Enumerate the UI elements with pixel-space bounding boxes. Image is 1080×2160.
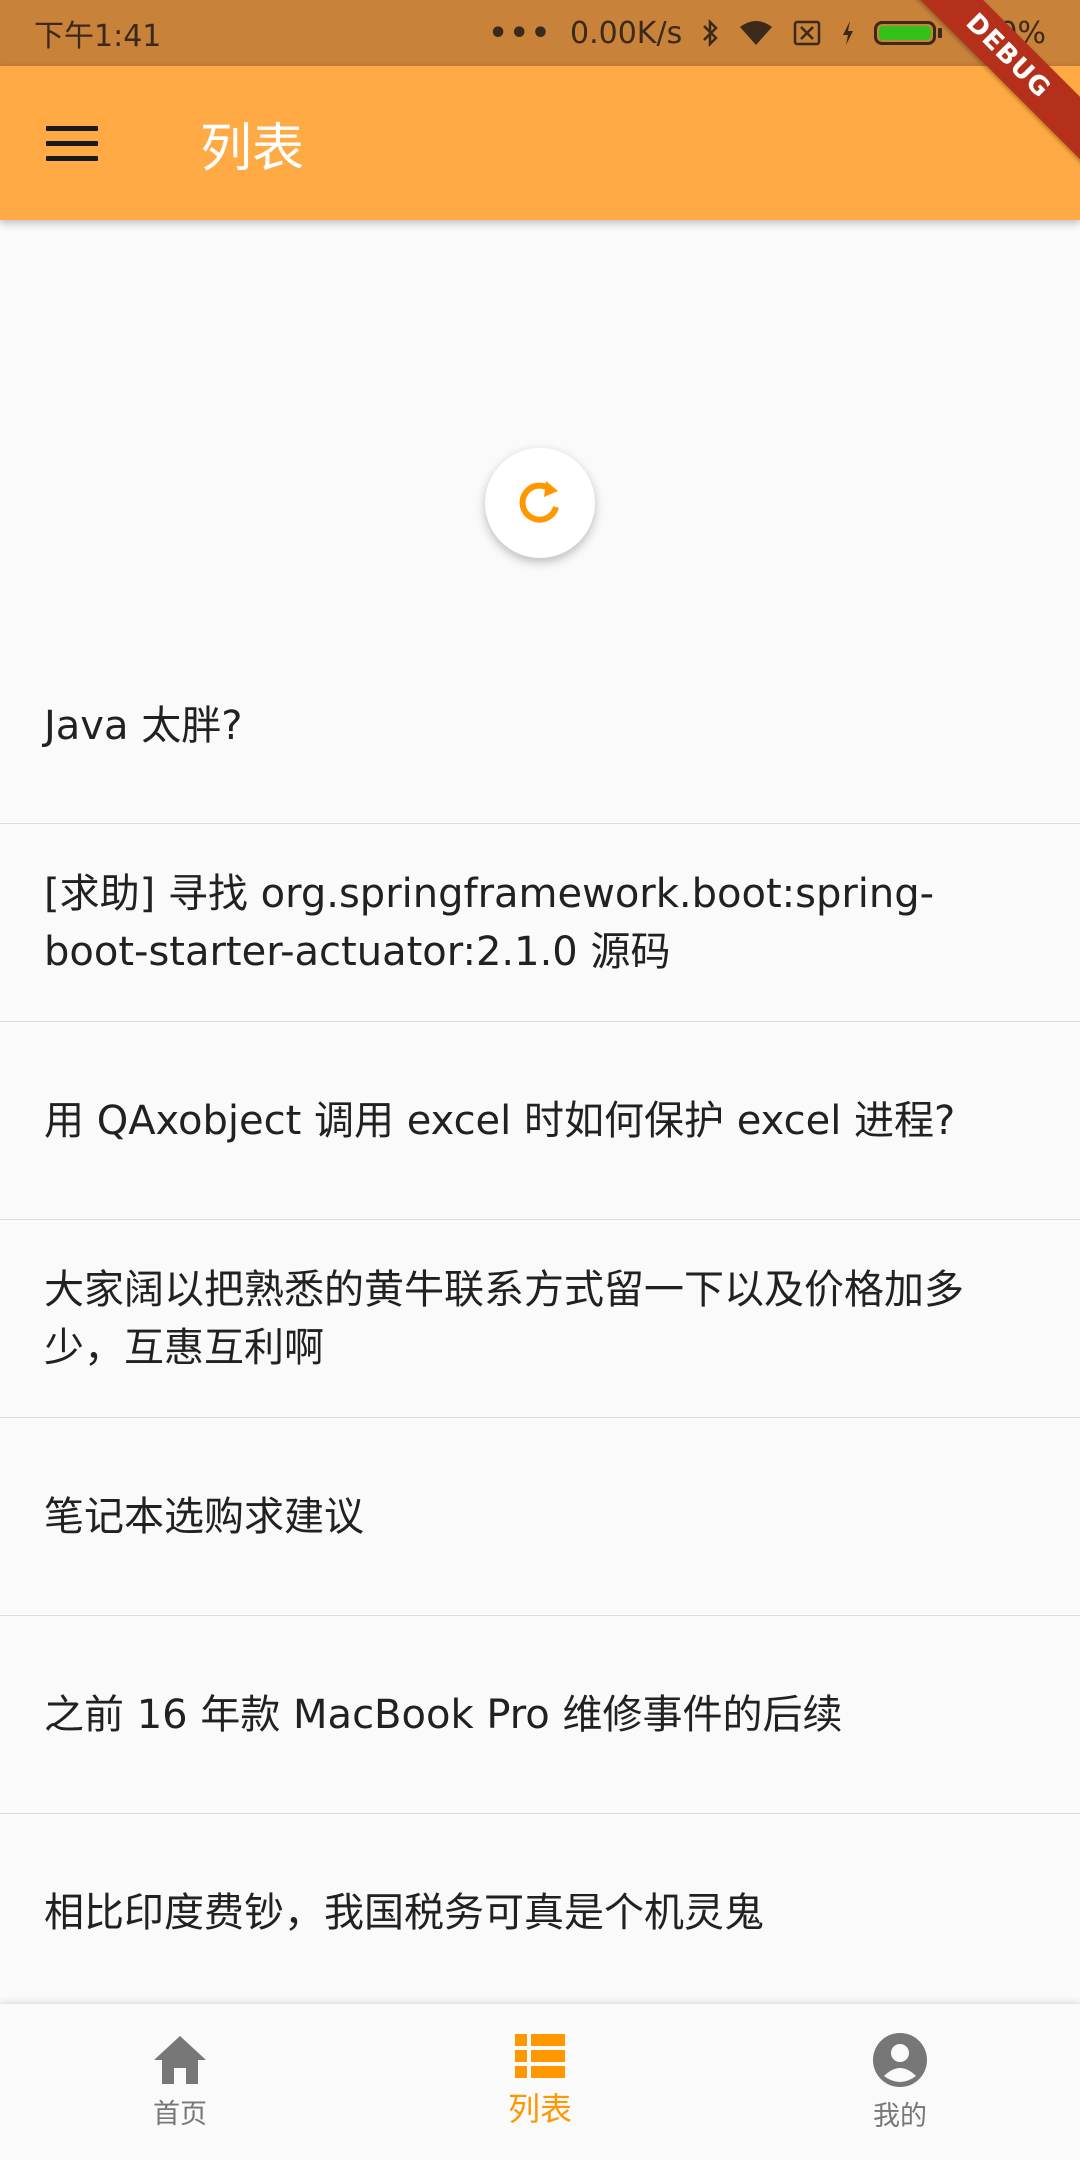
more-dots-icon: ••• — [488, 15, 552, 51]
home-icon — [154, 2035, 206, 2084]
account-icon — [873, 2032, 927, 2087]
battery-fill — [879, 26, 932, 40]
list-item[interactable]: Java 太胖? — [0, 628, 1080, 824]
list-item[interactable]: [求助] 寻找 org.springframework.boot:spring-… — [0, 824, 1080, 1022]
list-item[interactable]: 用 QAxobject 调用 excel 时如何保护 excel 进程? — [0, 1022, 1080, 1220]
refresh-indicator — [485, 448, 595, 558]
page-title: 列表 — [200, 118, 305, 179]
sim-off-icon — [792, 19, 822, 47]
nav-label-list: 列表 — [507, 2090, 572, 2128]
battery-icon — [874, 21, 943, 45]
list-icon — [515, 2034, 565, 2078]
bottom-navigation: 首页 列表 我的 — [0, 2004, 1080, 2160]
bluetooth-icon — [700, 18, 720, 48]
network-speed: 0.00K/s — [570, 15, 683, 51]
nav-item-home[interactable]: 首页 — [0, 2004, 360, 2160]
list-item[interactable]: 之前 16 年款 MacBook Pro 维修事件的后续 — [0, 1616, 1080, 1814]
status-bar: 下午1:41 ••• 0.00K/s 100% — [0, 0, 1080, 66]
wifi-icon — [738, 19, 774, 47]
list-item[interactable]: 笔记本选购求建议 — [0, 1418, 1080, 1616]
list-item[interactable]: 大家阔以把熟悉的黄牛联系方式留一下以及价格加多少，互惠互利啊 — [0, 1220, 1080, 1418]
status-time: 下午1:41 — [34, 19, 162, 54]
nav-label-profile: 我的 — [873, 2100, 927, 2132]
nav-item-profile[interactable]: 我的 — [720, 2004, 1080, 2160]
app-bar: 列表 — [0, 66, 1080, 220]
topic-list: Java 太胖? [求助] 寻找 org.springframework.boo… — [0, 628, 1080, 2012]
refresh-icon — [519, 481, 559, 523]
list-item[interactable]: 相比印度费钞，我国税务可真是个机灵鬼 — [0, 1814, 1080, 2012]
charging-icon — [840, 19, 856, 47]
nav-label-home: 首页 — [153, 2098, 207, 2130]
hamburger-menu-icon[interactable] — [46, 113, 106, 173]
nav-item-list[interactable]: 列表 — [360, 2004, 720, 2160]
